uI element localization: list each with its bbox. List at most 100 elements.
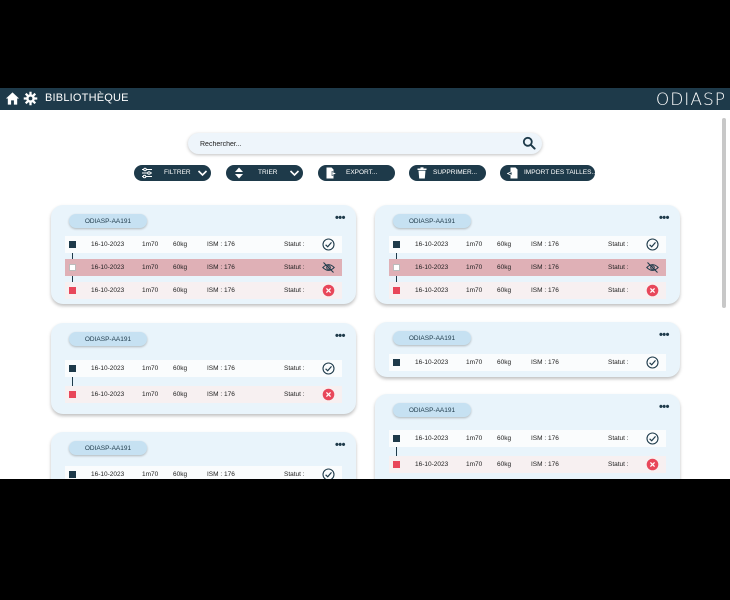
delete-label: SUPPRIMER...: [433, 169, 478, 176]
measure-height: 1m70: [466, 287, 483, 294]
measurement-row[interactable]: 16-10-2023 1m70 60kg ISM : 176 Statut :: [389, 236, 666, 253]
patient-card[interactable]: ODIASP-AA191 ••• 16-10-2023 1m70 60kg ISM : 1…: [51, 205, 356, 304]
measure-height: 1m70: [466, 241, 483, 248]
more-dots-icon[interactable]: •••: [659, 401, 670, 413]
measure-ism: ISM : 176: [207, 391, 235, 398]
measure-weight: 60kg: [173, 264, 188, 271]
patient-card[interactable]: ODIASP-AA191 ••• 16-10-2023 1m70 60kg ISM : 1…: [51, 323, 356, 414]
patient-id-pill[interactable]: ODIASP-AA191: [393, 331, 471, 345]
patient-card[interactable]: ODIASP-AA191 ••• 16-10-2023 1m70 60kg ISM : 1…: [375, 205, 680, 304]
timeline-marker: [69, 241, 76, 248]
measure-ism: ISM : 176: [207, 264, 235, 271]
measure-height: 1m70: [466, 461, 483, 468]
delete-button[interactable]: SUPPRIMER...: [409, 165, 486, 181]
measure-height: 1m70: [142, 365, 159, 372]
timeline-marker: [69, 391, 76, 398]
patient-card[interactable]: ODIASP-AA191 ••• 16-10-2023 1m70 60kg ISM : 1…: [375, 322, 680, 377]
status-label: Statut :: [284, 391, 305, 398]
status-label: Statut :: [284, 287, 305, 294]
more-dots-icon[interactable]: •••: [335, 212, 346, 224]
measure-ism: ISM : 176: [207, 471, 235, 478]
search-icon[interactable]: [522, 136, 536, 150]
measurement-row[interactable]: 16-10-2023 1m70 60kg ISM : 176 Statut :: [389, 456, 666, 473]
measure-weight: 60kg: [497, 287, 512, 294]
more-dots-icon[interactable]: •••: [335, 439, 346, 451]
measurement-row[interactable]: 16-10-2023 1m70 60kg ISM : 176 Statut :: [389, 354, 666, 371]
patient-card[interactable]: ODIASP-AA191 ••• 16-10-2023 1m70 60kg ISM : 1…: [375, 394, 680, 479]
check-circle-icon[interactable]: [646, 238, 659, 251]
check-circle-icon[interactable]: [322, 362, 335, 375]
sort-button[interactable]: TRIER: [226, 165, 303, 181]
x-circle-icon[interactable]: [322, 388, 335, 401]
timeline-marker: [393, 287, 400, 294]
check-circle-icon[interactable]: [646, 356, 659, 369]
status-label: Statut :: [608, 359, 629, 366]
measure-weight: 60kg: [497, 435, 512, 442]
x-circle-icon[interactable]: [646, 284, 659, 297]
measure-ism: ISM : 176: [531, 287, 559, 294]
patient-id-pill[interactable]: ODIASP-AA191: [69, 441, 147, 455]
measure-weight: 60kg: [173, 365, 188, 372]
measure-height: 1m70: [466, 264, 483, 271]
app-logo: ODIASP: [655, 90, 726, 110]
measure-date: 16-10-2023: [415, 359, 449, 366]
measurement-row[interactable]: 16-10-2023 1m70 60kg ISM : 176 Statut :: [65, 360, 342, 377]
measure-date: 16-10-2023: [91, 471, 125, 478]
measurement-row[interactable]: 16-10-2023 1m70 60kg ISM : 176 Statut :: [65, 282, 342, 299]
measure-date: 16-10-2023: [415, 461, 449, 468]
export-button[interactable]: EXPORT...: [318, 165, 395, 181]
measure-height: 1m70: [142, 241, 159, 248]
patient-id-pill[interactable]: ODIASP-AA191: [393, 214, 471, 228]
search-input[interactable]: [198, 136, 502, 153]
scrollbar[interactable]: [722, 118, 726, 308]
patient-id-pill[interactable]: ODIASP-AA191: [69, 214, 147, 228]
check-circle-icon[interactable]: [646, 432, 659, 445]
filter-button[interactable]: FILTRER: [134, 165, 211, 181]
x-circle-icon[interactable]: [646, 458, 659, 471]
measure-weight: 60kg: [173, 241, 188, 248]
timeline-marker: [69, 287, 76, 294]
filter-label: FILTRER: [164, 169, 191, 176]
measure-weight: 60kg: [497, 264, 512, 271]
eye-off-icon[interactable]: [646, 261, 659, 274]
timeline-marker: [393, 461, 400, 468]
measure-date: 16-10-2023: [91, 365, 125, 372]
timeline-marker: [393, 264, 400, 271]
export-file-icon: [326, 167, 337, 179]
measure-weight: 60kg: [173, 471, 188, 478]
measurement-row[interactable]: 16-10-2023 1m70 60kg ISM : 176 Statut :: [389, 259, 666, 276]
home-icon[interactable]: [5, 91, 20, 106]
measurement-row[interactable]: 16-10-2023 1m70 60kg ISM : 176 Statut :: [65, 259, 342, 276]
measurement-row[interactable]: 16-10-2023 1m70 60kg ISM : 176 Statut :: [389, 282, 666, 299]
sort-arrows-icon: [235, 167, 243, 179]
patient-id-pill[interactable]: ODIASP-AA191: [393, 403, 471, 417]
export-label: EXPORT...: [346, 169, 378, 176]
status-label: Statut :: [608, 287, 629, 294]
measure-ism: ISM : 176: [207, 365, 235, 372]
import-sizes-button[interactable]: IMPORT DES TAILLES...: [500, 165, 597, 181]
measurement-row[interactable]: 16-10-2023 1m70 60kg ISM : 176 Statut :: [65, 386, 342, 403]
status-label: Statut :: [608, 264, 629, 271]
top-bar: BIBLIOTHÈQUE ODIASP: [0, 88, 730, 110]
patient-card[interactable]: ODIASP-AA191 ••• 16-10-2023 1m70 60kg ISM : 1…: [51, 432, 356, 479]
check-circle-icon[interactable]: [322, 468, 335, 479]
measurement-row[interactable]: 16-10-2023 1m70 60kg ISM : 176 Statut :: [389, 430, 666, 447]
measurement-row[interactable]: 16-10-2023 1m70 60kg ISM : 176 Statut :: [65, 466, 342, 479]
eye-off-icon[interactable]: [322, 261, 335, 274]
sliders-icon: [142, 167, 152, 179]
measure-height: 1m70: [466, 359, 483, 366]
page-title: BIBLIOTHÈQUE: [45, 92, 129, 104]
app-window: BIBLIOTHÈQUE ODIASP FILTRER TRIER EXPORT…: [0, 88, 730, 479]
measurement-row[interactable]: 16-10-2023 1m70 60kg ISM : 176 Statut :: [65, 236, 342, 253]
measure-height: 1m70: [142, 287, 159, 294]
more-dots-icon[interactable]: •••: [659, 329, 670, 341]
measure-date: 16-10-2023: [91, 287, 125, 294]
more-dots-icon[interactable]: •••: [659, 212, 670, 224]
timeline-marker: [69, 365, 76, 372]
check-circle-icon[interactable]: [322, 238, 335, 251]
patient-id-pill[interactable]: ODIASP-AA191: [69, 332, 147, 346]
gear-icon[interactable]: [23, 91, 38, 106]
more-dots-icon[interactable]: •••: [335, 330, 346, 342]
timeline-marker: [69, 471, 76, 478]
x-circle-icon[interactable]: [322, 284, 335, 297]
